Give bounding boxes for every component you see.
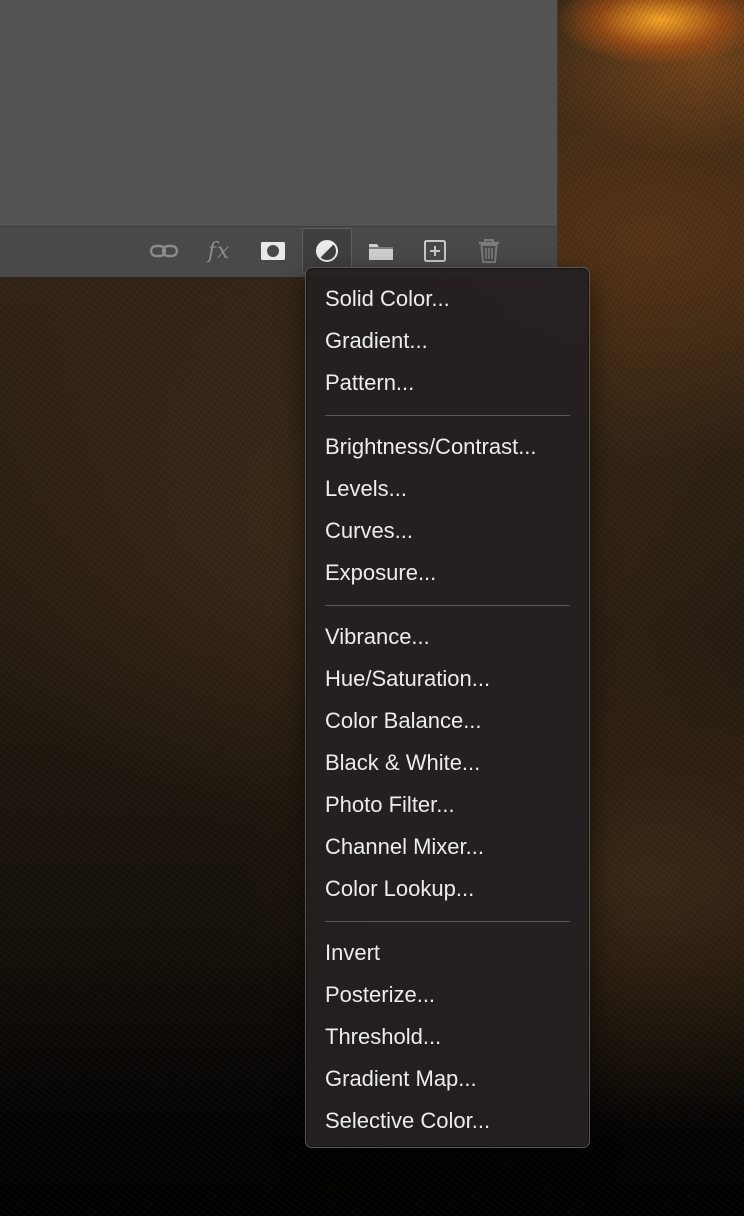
layer-style-button[interactable]: fx: [194, 228, 244, 274]
layers-list-area: [0, 0, 557, 226]
menu-item-color-balance[interactable]: Color Balance...: [306, 700, 589, 742]
trash-icon: [478, 238, 500, 264]
link-layers-button[interactable]: [139, 228, 189, 274]
menu-item-posterize[interactable]: Posterize...: [306, 974, 589, 1016]
menu-item-vibrance[interactable]: Vibrance...: [306, 616, 589, 658]
menu-item-selective-color[interactable]: Selective Color...: [306, 1100, 589, 1142]
menu-item-gradient-map[interactable]: Gradient Map...: [306, 1058, 589, 1100]
menu-item-pattern[interactable]: Pattern...: [306, 362, 589, 404]
menu-item-color-lookup[interactable]: Color Lookup...: [306, 868, 589, 910]
folder-icon: [367, 240, 395, 262]
menu-item-levels[interactable]: Levels...: [306, 468, 589, 510]
menu-item-brightness-contrast[interactable]: Brightness/Contrast...: [306, 426, 589, 468]
link-icon: [149, 241, 179, 261]
menu-item-exposure[interactable]: Exposure...: [306, 552, 589, 594]
menu-item-gradient[interactable]: Gradient...: [306, 320, 589, 362]
new-layer-icon: [423, 239, 447, 263]
menu-item-photo-filter[interactable]: Photo Filter...: [306, 784, 589, 826]
layers-panel: fx: [0, 0, 558, 277]
menu-item-black-white[interactable]: Black & White...: [306, 742, 589, 784]
menu-item-invert[interactable]: Invert: [306, 932, 589, 974]
adjustment-layer-menu: Solid Color... Gradient... Pattern... Br…: [305, 267, 590, 1148]
adjustment-layer-icon: [315, 239, 339, 263]
menu-separator: [325, 921, 570, 922]
add-layer-mask-button[interactable]: [248, 228, 298, 274]
menu-item-solid-color[interactable]: Solid Color...: [306, 278, 589, 320]
menu-item-channel-mixer[interactable]: Channel Mixer...: [306, 826, 589, 868]
fx-icon: fx: [207, 238, 231, 264]
menu-separator: [325, 605, 570, 606]
menu-item-threshold[interactable]: Threshold...: [306, 1016, 589, 1058]
menu-item-hue-saturation[interactable]: Hue/Saturation...: [306, 658, 589, 700]
menu-separator: [325, 415, 570, 416]
menu-item-curves[interactable]: Curves...: [306, 510, 589, 552]
layer-mask-icon: [260, 241, 286, 261]
